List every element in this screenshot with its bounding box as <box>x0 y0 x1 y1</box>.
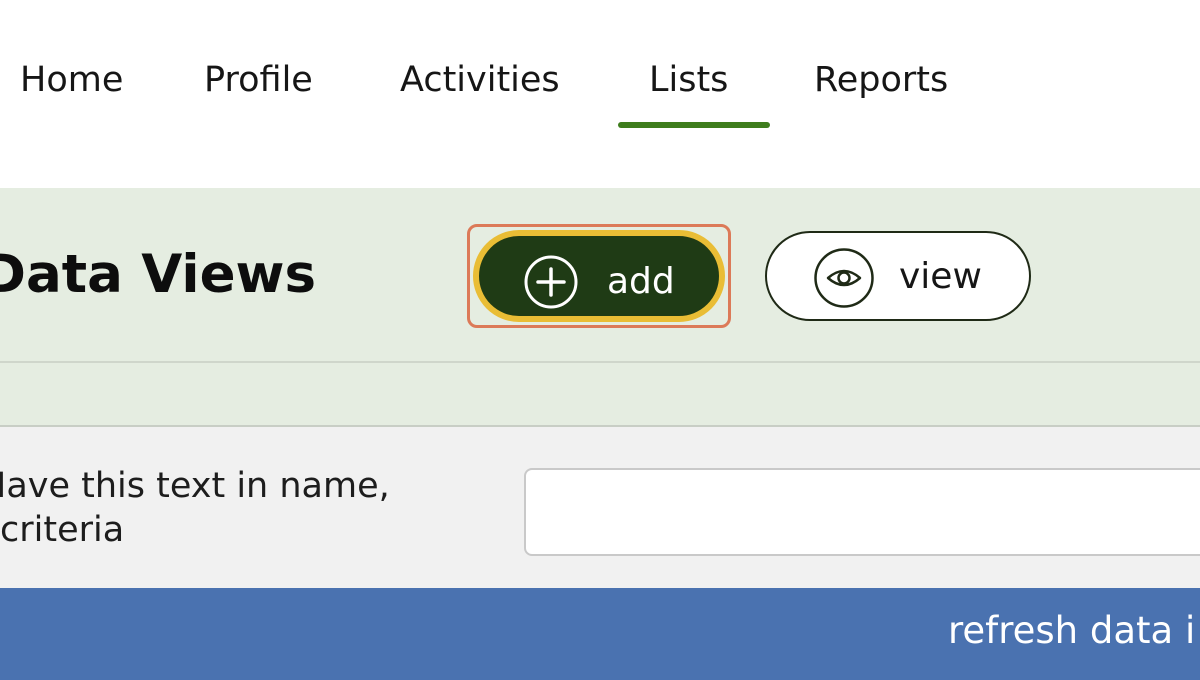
filter-label-line1: Have this text in name, <box>0 466 390 506</box>
add-button[interactable]: add <box>473 230 725 322</box>
tab-activities[interactable]: Activities <box>400 56 560 104</box>
refresh-data-button[interactable]: refresh data i <box>948 606 1195 656</box>
filter-text-input[interactable] <box>524 468 1200 556</box>
view-button-label: view <box>899 256 982 297</box>
tab-lists[interactable]: Lists <box>649 56 728 104</box>
view-button[interactable]: view <box>765 231 1031 321</box>
top-nav: Home Profile Activities Lists Reports <box>0 0 1200 188</box>
page-title: Data Views <box>0 244 317 305</box>
filter-label-line2: criteria <box>0 510 125 550</box>
tab-reports[interactable]: Reports <box>814 56 948 104</box>
toolbar-band <box>0 363 1200 425</box>
plus-circle-icon <box>524 255 578 309</box>
active-tab-indicator <box>618 122 770 128</box>
tab-home[interactable]: Home <box>20 56 123 104</box>
eye-icon <box>814 248 874 308</box>
add-button-label: add <box>607 261 675 302</box>
tab-profile[interactable]: Profile <box>204 56 313 104</box>
filter-label: Have this text in name, criteria <box>0 464 420 552</box>
page: Home Profile Activities Lists Reports Da… <box>0 0 1200 680</box>
